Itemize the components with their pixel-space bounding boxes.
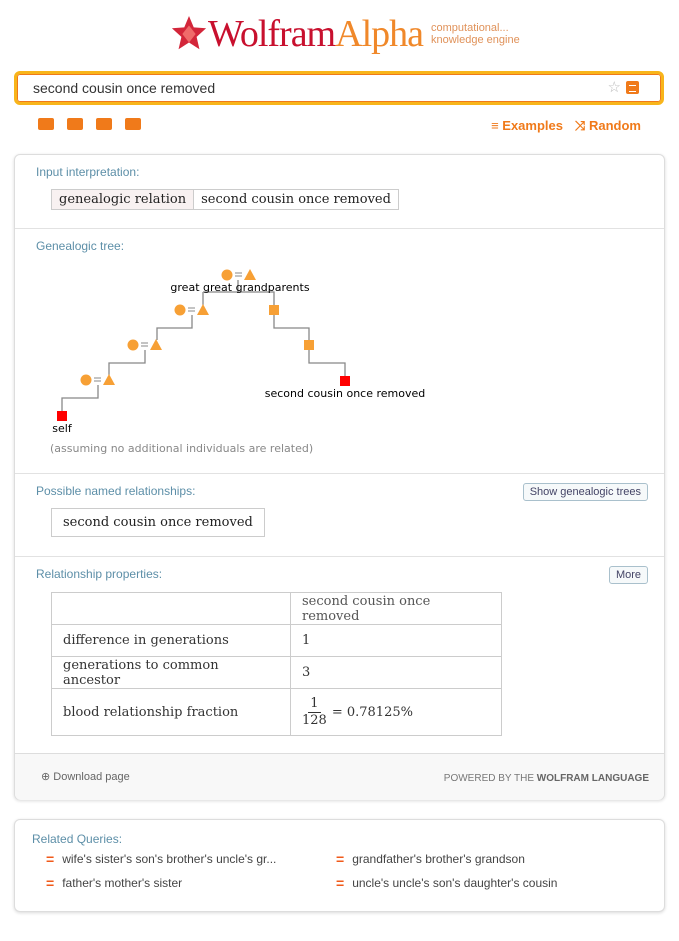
pod-named-relationships: Possible named relationships: Show genea…: [15, 474, 664, 557]
upload-folder-icon[interactable]: [125, 118, 141, 130]
camera-icon[interactable]: [67, 118, 83, 130]
related-query[interactable]: = uncle's uncle's son's daughter's cousin: [336, 875, 557, 891]
row-label: difference in generations: [51, 624, 291, 657]
marriage-icon: [188, 307, 195, 312]
logo-wolfram: Wolfram: [208, 13, 336, 55]
interpretation-value: second cousin once removed: [194, 189, 399, 210]
marriage-icon: [235, 272, 242, 277]
table-row: difference in generations 1: [51, 624, 502, 657]
compute-button[interactable]: [626, 81, 639, 94]
pod-genealogic-tree: Genealogic tree: great great grandparent…: [15, 229, 664, 474]
logo-alpha: Alpha: [335, 13, 424, 55]
results-footer: ⊕ Download page POWERED BY THE WOLFRAM L…: [15, 754, 664, 800]
related-title: Related Queries:: [32, 832, 123, 846]
pod-input-interpretation: Input interpretation: genealogic relatio…: [15, 155, 664, 229]
related-query[interactable]: = grandfather's brother's grandson: [336, 851, 525, 867]
properties-table: second cousin once removed difference in…: [51, 592, 502, 736]
pod-title: Input interpretation:: [36, 165, 140, 179]
pod-relationship-properties: Relationship properties: More second cou…: [15, 557, 664, 754]
row-value: 1: [290, 624, 502, 657]
male-ancestor-node: [197, 304, 209, 315]
table-row: blood relationship fraction 1 128 = 0.7812…: [51, 688, 502, 736]
male-ancestor-node: [150, 339, 162, 350]
input-tools: [38, 118, 141, 130]
related-query[interactable]: = wife's sister's son's brother's uncle's…: [46, 851, 276, 867]
row-value: 1 128 = 0.78125%: [290, 688, 502, 736]
male-ancestor-node: [244, 269, 256, 280]
male-ancestor-node: [103, 374, 115, 385]
related-queries-card: Related Queries: = wife's sister's son's …: [14, 819, 665, 912]
keyboard-icon[interactable]: [38, 118, 54, 130]
marriage-icon: [141, 342, 148, 347]
download-page-link[interactable]: ⊕ Download page: [41, 770, 130, 783]
row-label: generations to common ancestor: [51, 656, 291, 689]
wolfram-alpha-logo[interactable]: Wolfram Alpha computational... knowledge e…: [170, 12, 520, 56]
self-node: [57, 411, 67, 421]
interpretation-type: genealogic relation: [51, 189, 195, 210]
row-value: 3: [290, 656, 502, 689]
related-query[interactable]: = father's mother's sister: [46, 875, 182, 891]
interpretation-box: genealogic relation second cousin once r…: [51, 189, 399, 210]
relative-node: [340, 376, 350, 386]
examples-link[interactable]: ≡ Examples: [491, 118, 563, 134]
results-card: Input interpretation: genealogic relatio…: [14, 154, 665, 800]
self-label: self: [52, 422, 73, 435]
genealogic-tree-diagram: great great grandparents second cousin o…: [50, 269, 426, 455]
female-ancestor-node: [174, 304, 186, 316]
pod-title: Relationship properties:: [36, 567, 163, 581]
search-input[interactable]: [33, 80, 593, 96]
list-icon[interactable]: [96, 118, 112, 130]
ancestor-square: [304, 340, 314, 350]
table-row: second cousin once removed: [51, 592, 502, 625]
table-row: generations to common ancestor 3: [51, 656, 502, 689]
female-ancestor-node: [127, 339, 139, 351]
top-label: great great grandparents: [170, 281, 309, 294]
search-box: ☆: [14, 71, 664, 105]
marriage-icon: [94, 377, 101, 382]
pod-title: Possible named relationships:: [36, 484, 196, 498]
relative-label: second cousin once removed: [265, 387, 426, 400]
female-ancestor-node: [80, 374, 92, 386]
column-header: second cousin once removed: [290, 592, 502, 625]
powered-by[interactable]: POWERED BY THE WOLFRAM LANGUAGE: [444, 773, 649, 784]
spikey-logo-icon: [171, 15, 207, 50]
download-icon: ⊕: [41, 771, 54, 783]
ancestor-square: [269, 305, 279, 315]
show-genealogic-trees-button[interactable]: Show genealogic trees: [522, 483, 648, 501]
named-relationship: second cousin once removed: [51, 508, 265, 537]
more-button[interactable]: More: [608, 566, 648, 584]
star-icon[interactable]: ☆: [608, 78, 621, 96]
random-link[interactable]: ⤨ Random: [575, 118, 641, 134]
row-label: blood relationship fraction: [51, 688, 291, 736]
tree-note: (assuming no additional individuals are …: [50, 442, 313, 455]
logo-tagline: computational... knowledge engine: [431, 22, 520, 46]
female-ancestor-node: [221, 269, 233, 281]
